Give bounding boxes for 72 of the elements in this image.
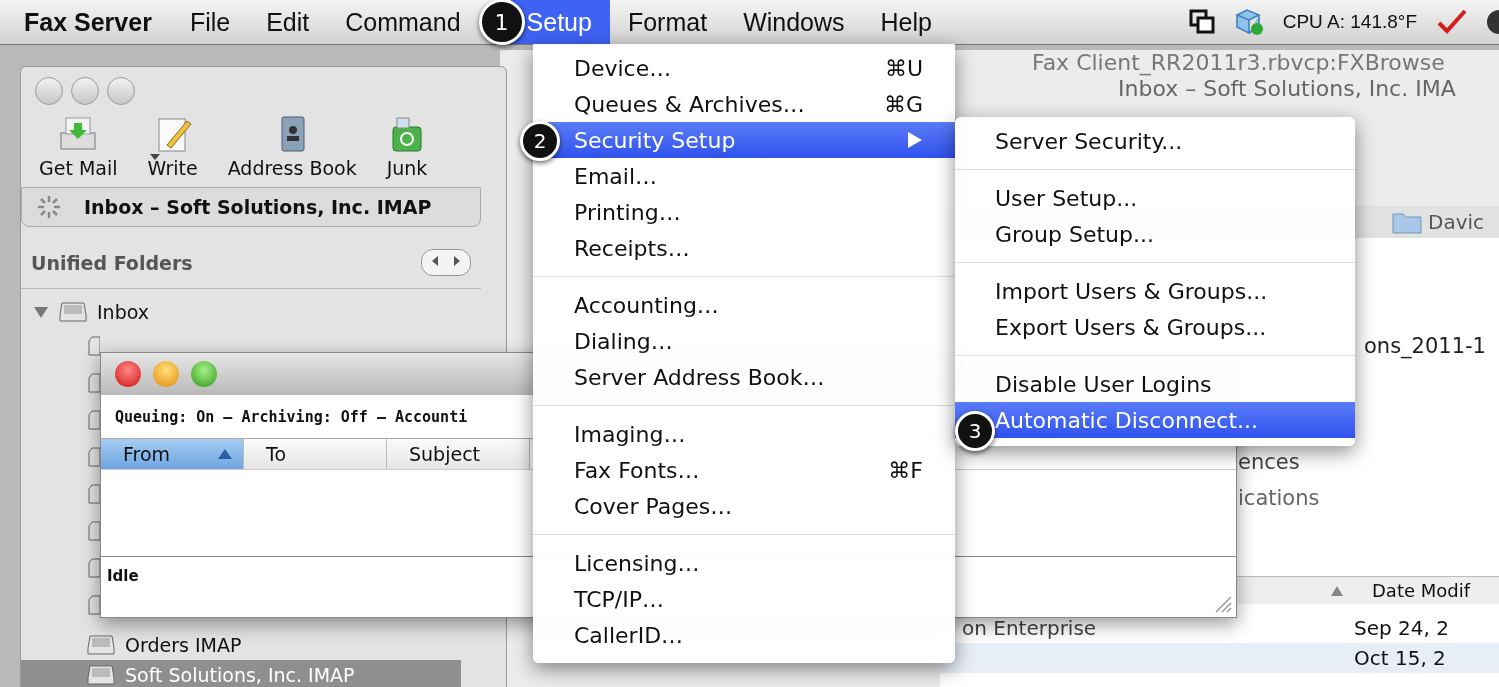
menu-item[interactable]: Windows bbox=[725, 0, 863, 44]
menu-item[interactable]: Cover Pages… bbox=[533, 488, 955, 524]
menu-item[interactable]: Disable User Logins bbox=[955, 366, 1355, 402]
sort-arrow-icon bbox=[1330, 584, 1344, 597]
menu-item[interactable]: Licensing… bbox=[533, 545, 955, 581]
document-title: Fax Client_RR2011r3.rbvcp:FXBrowse bbox=[1032, 50, 1445, 75]
toolbar-button[interactable]: Get Mail bbox=[31, 115, 126, 179]
list-row-text[interactable]: ications bbox=[1238, 484, 1320, 512]
menu-item[interactable]: Dialing… bbox=[533, 323, 955, 359]
folder-icon bbox=[1392, 210, 1422, 234]
toolbar-button[interactable]: Junk bbox=[378, 115, 436, 179]
menu-item[interactable]: Group Setup... bbox=[955, 216, 1355, 252]
step-badge: 1 bbox=[478, 0, 525, 45]
sidebar-title: Unified Folders bbox=[31, 251, 193, 274]
menu-item[interactable]: Imaging… bbox=[533, 416, 955, 452]
menu-item[interactable]: Edit bbox=[248, 0, 328, 44]
tray-icon bbox=[87, 634, 115, 656]
menu-item[interactable]: Accounting… bbox=[533, 287, 955, 323]
status-text: Idle bbox=[107, 567, 139, 585]
sort-arrow-icon bbox=[217, 448, 233, 460]
resize-grip-icon[interactable] bbox=[1214, 595, 1232, 613]
folder-name[interactable]: Davic bbox=[1428, 210, 1485, 234]
tray-icon bbox=[87, 664, 115, 686]
list-row-text[interactable]: ences bbox=[1238, 448, 1300, 476]
menu-item[interactable]: Server Address Book… bbox=[533, 359, 955, 395]
menu-item[interactable]: TCP/IP… bbox=[533, 581, 955, 617]
column-header[interactable]: Date Modif bbox=[1372, 580, 1471, 601]
window-zoom-button[interactable] bbox=[191, 361, 217, 387]
mail-tab[interactable]: Inbox – Soft Solutions, Inc. IMAP bbox=[21, 187, 481, 227]
menu-item[interactable]: CallerID… bbox=[533, 617, 955, 653]
file-name[interactable]: on Enterprise bbox=[962, 616, 1097, 640]
date-modified: Sep 24, 2 bbox=[1354, 616, 1449, 640]
window-minimize-button[interactable] bbox=[71, 77, 99, 105]
tray-icon bbox=[59, 301, 87, 323]
menu-item[interactable]: File bbox=[171, 0, 249, 44]
window-close-button[interactable] bbox=[115, 361, 141, 387]
menu-item[interactable]: Printing… bbox=[533, 194, 955, 230]
menu-item[interactable]: Queues & Archives… ⌘G bbox=[533, 86, 955, 122]
list-row-text[interactable]: ons_2011-1 bbox=[1364, 332, 1486, 360]
menu-item[interactable]: Setup bbox=[510, 0, 610, 44]
menu-item[interactable]: Help bbox=[862, 0, 950, 44]
toolbar-button[interactable]: Write bbox=[139, 115, 206, 179]
menu-item[interactable]: User Setup... bbox=[955, 180, 1355, 216]
menu-item[interactable]: Fax Fonts… ⌘F bbox=[533, 452, 955, 488]
windows-overlap-icon[interactable] bbox=[1188, 9, 1215, 35]
column-header[interactable]: Subject bbox=[387, 439, 530, 469]
caret-icon[interactable] bbox=[149, 153, 161, 161]
folder-item[interactable]: Inbox bbox=[21, 297, 461, 327]
window-close-button[interactable] bbox=[35, 77, 63, 105]
window-title: Inbox – Soft Solutions, Inc. IMA bbox=[1118, 76, 1456, 101]
column-header[interactable]: To bbox=[244, 439, 387, 469]
inbox-download-icon bbox=[58, 115, 99, 153]
menu-item[interactable]: Command bbox=[327, 0, 479, 44]
checkmark-icon[interactable] bbox=[1437, 9, 1467, 35]
menu-item[interactable]: Format bbox=[609, 0, 726, 44]
back-forward-control[interactable] bbox=[421, 249, 471, 276]
date-modified: Oct 15, 2 bbox=[1354, 646, 1446, 670]
tray-icon bbox=[88, 335, 100, 357]
app-menu[interactable]: Fax Server bbox=[24, 7, 152, 37]
window-zoom-button[interactable] bbox=[107, 77, 135, 105]
menu-item[interactable]: Import Users & Groups... bbox=[955, 273, 1355, 309]
queue-status-text: Queuing: On – Archiving: Off – Accounti bbox=[115, 408, 468, 426]
menu-item[interactable]: Receipts… bbox=[533, 230, 955, 266]
menu-item[interactable]: Export Users & Groups... bbox=[955, 309, 1355, 345]
toolbar-button[interactable]: Address Book bbox=[219, 115, 365, 179]
folder-item[interactable]: Orders IMAP bbox=[21, 630, 461, 660]
column-header[interactable]: From bbox=[101, 439, 244, 469]
menu-item[interactable]: Email… bbox=[533, 158, 955, 194]
spinner-icon bbox=[36, 194, 62, 220]
cpu-temperature[interactable]: CPU A: 141.8°F bbox=[1282, 11, 1417, 33]
menu-item[interactable]: Server Security... bbox=[955, 123, 1355, 159]
menu-item[interactable]: Device… ⌘U bbox=[533, 50, 955, 86]
